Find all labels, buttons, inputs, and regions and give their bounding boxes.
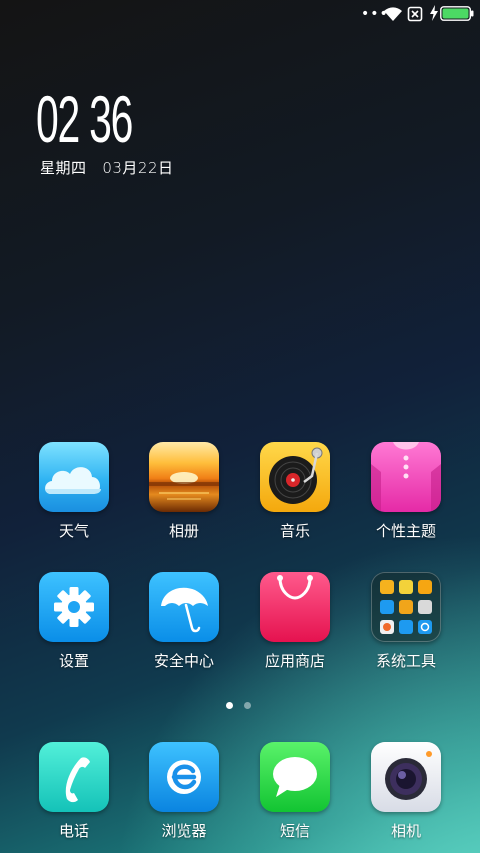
clock-widget[interactable]: 02 36 星期四 03月22日 — [36, 82, 191, 177]
status-bar: ••• — [0, 0, 480, 28]
app-themes[interactable]: 个性主题 — [351, 442, 461, 541]
dock-browser[interactable]: 浏览器 — [129, 742, 239, 841]
app-store-icon — [260, 572, 330, 642]
dock-camera[interactable]: 相机 — [351, 742, 461, 841]
security-icon — [149, 572, 219, 642]
page-dot[interactable] — [244, 702, 251, 709]
app-label: 个性主题 — [375, 522, 436, 540]
clock-day: 03月22日 — [102, 159, 174, 177]
page-indicator — [226, 702, 256, 712]
no-sim-icon — [407, 6, 423, 22]
app-label: 电话 — [58, 822, 89, 840]
dock-phone[interactable]: 电话 — [19, 742, 129, 841]
app-label: 设置 — [58, 652, 89, 670]
weather-icon — [39, 442, 109, 512]
clock-date: 星期四 03月22日 — [40, 157, 174, 178]
themes-icon — [371, 442, 441, 512]
app-label: 安全中心 — [153, 652, 214, 670]
app-label: 天气 — [58, 522, 89, 540]
browser-icon — [149, 742, 219, 812]
folder-system-tools[interactable]: 系统工具 — [351, 572, 461, 671]
app-label: 系统工具 — [375, 652, 436, 670]
gallery-icon — [149, 442, 219, 512]
messages-icon — [260, 742, 330, 812]
clock-time: 02 36 — [36, 82, 133, 156]
app-settings[interactable]: 设置 — [19, 572, 129, 671]
phone-icon — [39, 742, 109, 812]
page-dot-active[interactable] — [226, 702, 233, 709]
app-label: 浏览器 — [161, 822, 207, 840]
settings-icon — [39, 572, 109, 642]
battery-icon — [440, 6, 474, 21]
app-label: 相册 — [168, 522, 199, 540]
app-label: 应用商店 — [264, 652, 325, 670]
system-tools-folder-icon — [371, 572, 441, 642]
camera-icon — [371, 742, 441, 812]
app-music[interactable]: 音乐 — [240, 442, 350, 541]
dock-messages[interactable]: 短信 — [240, 742, 350, 841]
wifi-icon — [384, 7, 402, 21]
music-icon — [260, 442, 330, 512]
clock-weekday: 星期四 — [40, 159, 87, 177]
app-store[interactable]: 应用商店 — [240, 572, 350, 671]
app-weather[interactable]: 天气 — [19, 442, 129, 541]
app-label: 相机 — [390, 822, 421, 840]
app-gallery[interactable]: 相册 — [129, 442, 239, 541]
app-label: 音乐 — [279, 522, 310, 540]
app-security[interactable]: 安全中心 — [129, 572, 239, 671]
app-label: 短信 — [279, 822, 310, 840]
charging-icon — [430, 5, 438, 21]
